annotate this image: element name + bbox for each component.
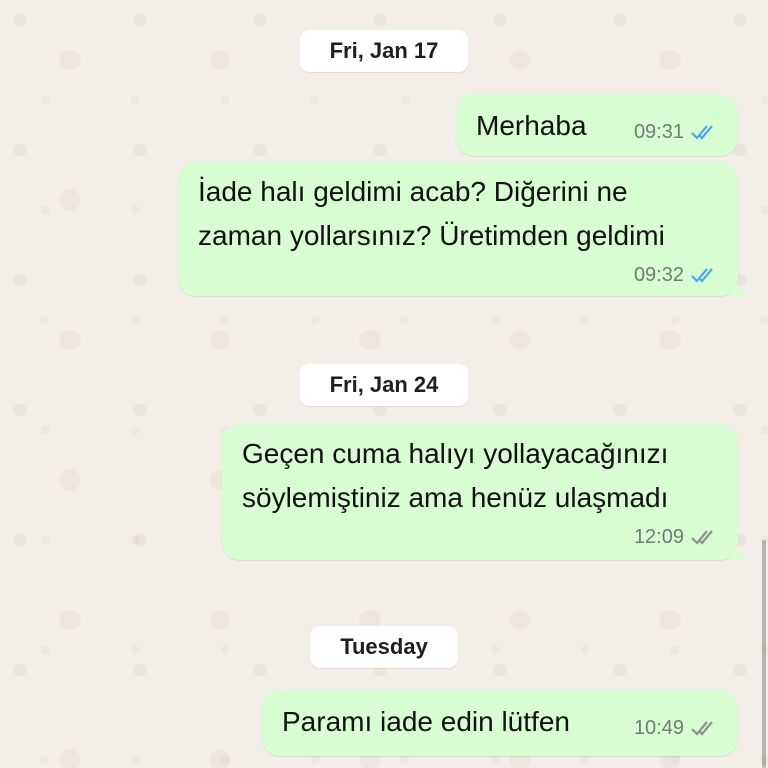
message-bubble[interactable]: Geçen cuma halıyı yollayacağınızı söylem… [222,424,748,560]
date-separator: Fri, Jan 17 [299,30,469,72]
date-separator: Fri, Jan 24 [299,364,469,406]
message-bubble[interactable]: İade halı geldimi acab? Diğerini ne zama… [178,162,748,296]
message-time: 10:49 [633,717,684,739]
message-bubble[interactable]: 10:49 Paramı iade edin lütfen [262,690,738,756]
message-time: 12:09 [633,526,684,548]
message-meta: 12:09 [242,524,718,550]
scrollbar[interactable] [762,540,766,768]
message-meta: 10:49 [634,714,718,742]
date-separator: Tuesday [310,626,458,668]
double-check-read-icon [690,124,718,140]
message-time: 09:32 [633,264,684,286]
double-check-read-icon [690,267,718,283]
message-meta: 09:32 [198,262,718,288]
double-check-delivered-icon [690,720,718,736]
message-text: Geçen cuma halıyı yollayacağınızı söylem… [242,438,669,513]
message-bubble[interactable]: 09:31 Merhaba [456,94,738,156]
message-time: 09:31 [633,121,684,143]
message-text: İade halı geldimi acab? Diğerini ne zama… [198,176,665,251]
message-meta: 09:31 [634,118,718,146]
double-check-delivered-icon [690,529,718,545]
